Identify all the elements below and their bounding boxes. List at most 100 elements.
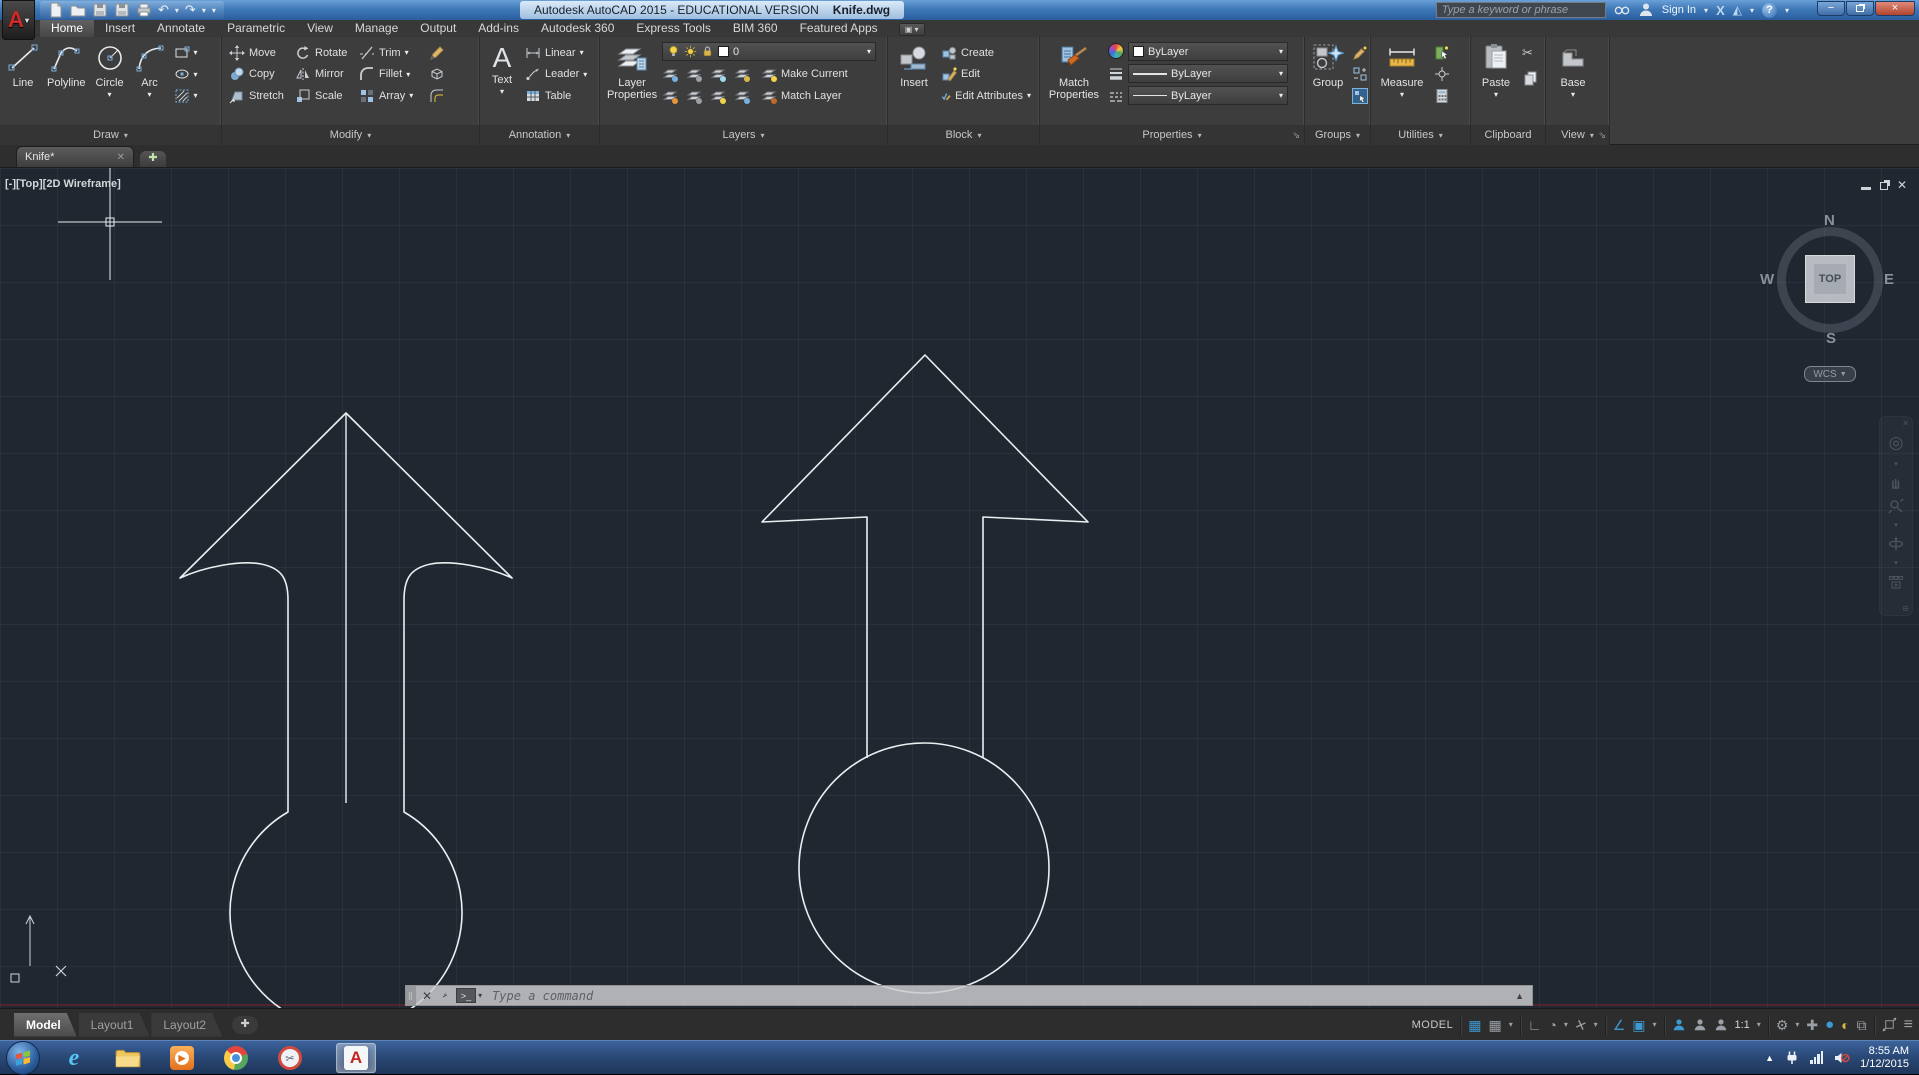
- file-tab-knife[interactable]: Knife*✕: [16, 146, 134, 167]
- leader-dropdown-icon[interactable]: ▾: [583, 70, 587, 79]
- tab-home[interactable]: Home: [40, 19, 94, 37]
- object-color-dropdown-icon[interactable]: ▾: [1279, 47, 1283, 56]
- tab-insert[interactable]: Insert: [94, 19, 146, 37]
- layer-select-combo[interactable]: 0 ▾: [662, 42, 876, 61]
- arc-button[interactable]: Arc▾: [131, 40, 169, 122]
- orbit-icon[interactable]: [1888, 536, 1904, 552]
- make-current-button[interactable]: Make Current: [758, 64, 851, 83]
- tab-featured-apps[interactable]: Featured Apps: [789, 19, 889, 37]
- layer-unisolate-icon[interactable]: [686, 66, 702, 82]
- new-layout-button[interactable]: ✚: [232, 1016, 258, 1034]
- layer-lock-icon[interactable]: [734, 66, 750, 82]
- autodesk360-dropdown-icon[interactable]: ▾: [1750, 6, 1754, 15]
- edit-attributes-dropdown-icon[interactable]: ▾: [1027, 91, 1031, 100]
- drawing-canvas[interactable]: [-][Top][2D Wireframe] ✕ N S W E T: [0, 168, 1919, 1008]
- grid-display-icon[interactable]: ▦: [1468, 1011, 1481, 1039]
- panel-layers-label[interactable]: Layers▾: [600, 125, 887, 145]
- save-icon[interactable]: [92, 2, 108, 18]
- help-icon[interactable]: ?: [1762, 3, 1777, 18]
- rectangle-dropdown-icon[interactable]: ▾: [194, 48, 198, 57]
- graphics-performance-icon[interactable]: ●: [1825, 1011, 1834, 1039]
- tab-model[interactable]: Model: [14, 1013, 77, 1037]
- start-button[interactable]: [6, 1041, 40, 1075]
- tab-parametric[interactable]: Parametric: [216, 19, 296, 37]
- panel-properties-label[interactable]: Properties▾⇘: [1040, 125, 1304, 145]
- panel-view-label[interactable]: View▾⇘: [1546, 125, 1609, 145]
- tab-addins[interactable]: Add-ins: [467, 19, 530, 37]
- panel-block-label[interactable]: Block▾: [888, 125, 1039, 145]
- redo-icon[interactable]: ↷: [185, 2, 196, 18]
- base-button[interactable]: Base▾: [1550, 40, 1596, 122]
- lineweight-dropdown-icon[interactable]: ▾: [1279, 69, 1283, 78]
- network-signal-icon[interactable]: [1810, 1052, 1823, 1064]
- tab-output[interactable]: Output: [409, 19, 467, 37]
- mirror-button[interactable]: Mirror: [292, 65, 354, 84]
- search-icon[interactable]: [1614, 2, 1630, 18]
- close-button[interactable]: ×: [1875, 1, 1915, 16]
- taskbar-clock[interactable]: 8:55 AM 1/12/2015: [1860, 1045, 1909, 1071]
- layer-properties-button[interactable]: Layer Properties: [604, 40, 660, 122]
- text-button[interactable]: AText▾: [484, 40, 520, 122]
- match-layer-button[interactable]: Match Layer: [758, 86, 845, 105]
- viewcube-top-face[interactable]: TOP: [1805, 255, 1855, 303]
- layer-thaw-all-icon[interactable]: [710, 88, 726, 104]
- text-dropdown-icon[interactable]: ▾: [500, 86, 504, 98]
- fillet-dropdown-icon[interactable]: ▾: [406, 70, 410, 79]
- color-wheel-icon[interactable]: [1108, 43, 1124, 59]
- tab-express-tools[interactable]: Express Tools: [625, 19, 721, 37]
- orbit-dropdown-icon[interactable]: ▾: [1894, 559, 1898, 567]
- pan-icon[interactable]: [1888, 475, 1904, 491]
- command-line-grip[interactable]: ⣿: [406, 986, 416, 1005]
- command-line-wrench-icon[interactable]: [438, 989, 452, 1003]
- cut-button[interactable]: ✂: [1519, 43, 1541, 62]
- snap-dropdown-icon[interactable]: ▾: [1509, 1020, 1513, 1029]
- copy-clip-button[interactable]: [1519, 68, 1541, 87]
- isometric-drafting-icon[interactable]: ✕: [1571, 1009, 1592, 1039]
- annotation-monitor-icon[interactable]: ✚: [1806, 1011, 1818, 1039]
- viewcube-east[interactable]: E: [1884, 271, 1894, 288]
- showmotion-icon[interactable]: [1888, 574, 1904, 590]
- match-properties-button[interactable]: Match Properties: [1044, 40, 1104, 122]
- new-file-icon[interactable]: [48, 2, 64, 18]
- edit-block-button[interactable]: Edit: [938, 65, 1034, 84]
- line-button[interactable]: Line: [4, 40, 42, 122]
- panel-modify-label[interactable]: Modify▾: [222, 125, 479, 145]
- steering-wheel-icon[interactable]: ◎: [1889, 433, 1904, 453]
- annotation-scale-dropdown-icon[interactable]: ▾: [1757, 1020, 1761, 1029]
- tab-layout2[interactable]: Layout2: [151, 1013, 222, 1037]
- copy-button[interactable]: Copy: [226, 65, 290, 84]
- layer-unlock-all-icon[interactable]: [734, 88, 750, 104]
- linetype-dropdown-icon[interactable]: ▾: [1279, 91, 1283, 100]
- viewcube-west[interactable]: W: [1760, 271, 1774, 288]
- fillet-button[interactable]: Fillet▾: [356, 65, 424, 84]
- search-input[interactable]: [1436, 2, 1606, 18]
- layer-freeze-icon[interactable]: [710, 66, 726, 82]
- insert-block-button[interactable]: Insert: [892, 40, 936, 122]
- trim-dropdown-icon[interactable]: ▾: [405, 48, 409, 57]
- clean-screen-icon[interactable]: [1882, 1017, 1897, 1032]
- linear-dimension-button[interactable]: Linear▾: [522, 43, 592, 62]
- stretch-button[interactable]: Stretch: [226, 86, 290, 105]
- leader-button[interactable]: Leader▾: [522, 65, 592, 84]
- linetype-combo[interactable]: ByLayer▾: [1128, 86, 1288, 105]
- annotation-visibility-icon[interactable]: [1672, 1018, 1686, 1032]
- tab-layout1[interactable]: Layout1: [79, 1013, 150, 1037]
- group-selection-toggle[interactable]: [1349, 86, 1371, 105]
- lineweight-combo[interactable]: ByLayer▾: [1128, 64, 1288, 83]
- layer-on-off-icon[interactable]: [662, 88, 678, 104]
- taskbar-internet-explorer[interactable]: e: [54, 1043, 94, 1073]
- model-space-button[interactable]: MODEL: [1412, 1019, 1454, 1031]
- scale-button[interactable]: Scale: [292, 86, 354, 105]
- tab-bim360[interactable]: BIM 360: [722, 19, 789, 37]
- base-dropdown-icon[interactable]: ▾: [1571, 89, 1575, 101]
- layer-combo-dropdown-icon[interactable]: ▾: [867, 47, 871, 56]
- paste-dropdown-icon[interactable]: ▾: [1494, 89, 1498, 101]
- viewcube-north[interactable]: N: [1824, 212, 1835, 229]
- polar-tracking-icon[interactable]: ◔: [1548, 1011, 1556, 1039]
- taskbar-autocad[interactable]: A: [336, 1043, 376, 1073]
- isodraft-dropdown-icon[interactable]: ▾: [1594, 1020, 1598, 1029]
- command-prompt-icon[interactable]: >_: [456, 988, 476, 1003]
- drawing-restore-icon[interactable]: [1880, 182, 1888, 190]
- power-plug-icon[interactable]: [1784, 1050, 1800, 1066]
- file-tab-close-icon[interactable]: ✕: [117, 152, 125, 163]
